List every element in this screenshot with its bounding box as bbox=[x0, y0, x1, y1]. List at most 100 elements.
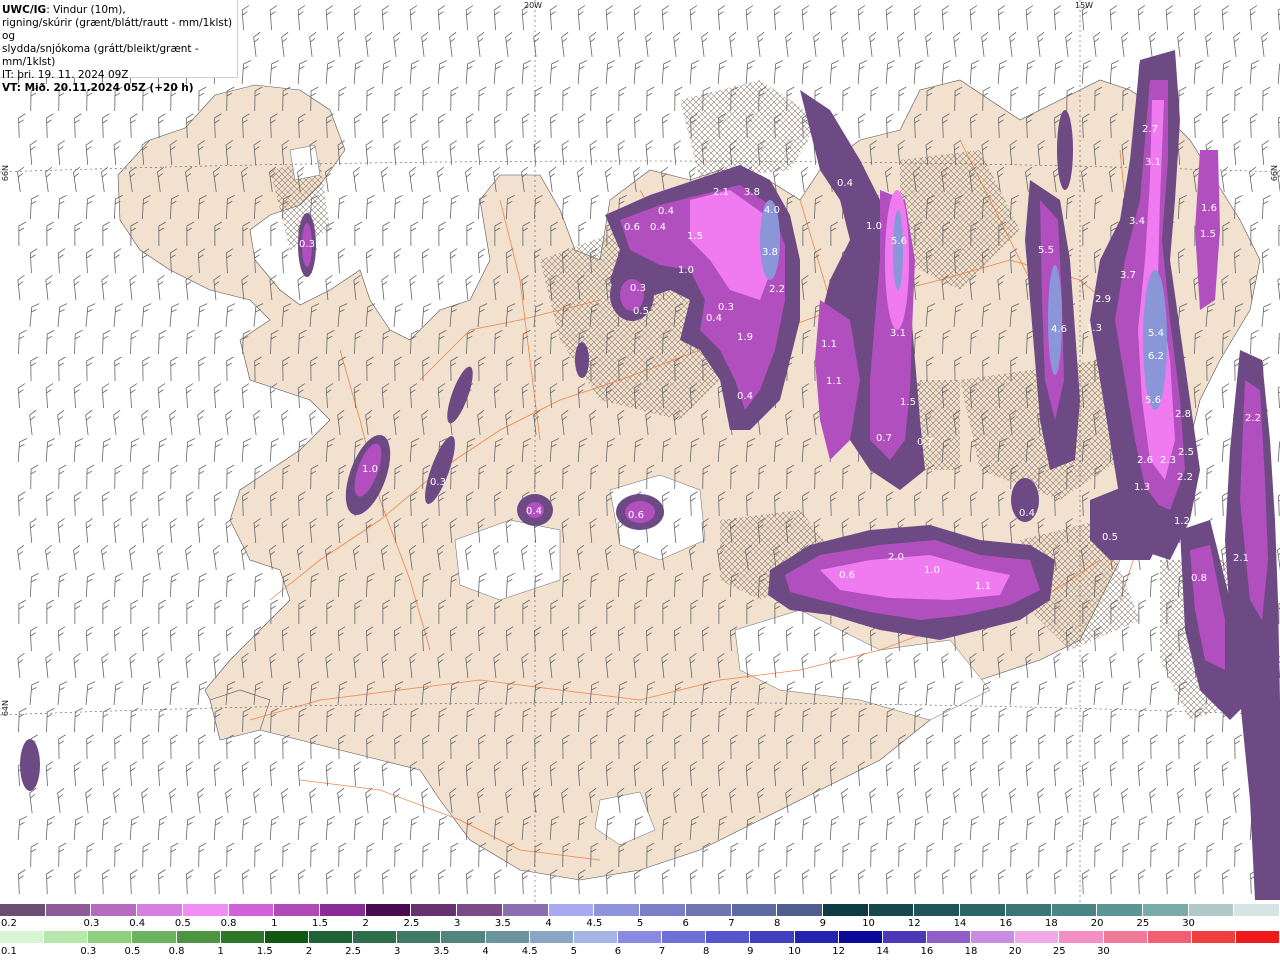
precip-label: 1.1 bbox=[826, 376, 842, 387]
precip-label: 2.3 bbox=[1160, 455, 1176, 466]
legend-tick-label: 9 bbox=[819, 918, 827, 929]
legend-tick-label: 3.5 bbox=[494, 918, 511, 929]
precip-label: 5.6 bbox=[1145, 395, 1161, 406]
legend-swatch bbox=[706, 931, 751, 943]
legend-swatch bbox=[88, 931, 133, 943]
precip-label: 0.7 bbox=[876, 433, 892, 444]
legend-tick-label: 0.2 bbox=[1, 918, 17, 929]
legend-swatch bbox=[594, 904, 641, 916]
legend-swatch bbox=[1142, 904, 1189, 916]
legend-swatch bbox=[44, 931, 89, 943]
precip-label: 0.3 bbox=[299, 239, 315, 250]
latitude-label: 66N bbox=[1, 165, 10, 182]
title-line: UWC/IG: Vindur (10m), bbox=[2, 4, 235, 17]
legend-tick-label: 18 bbox=[964, 946, 978, 957]
legend-tick-label: 2.5 bbox=[403, 918, 420, 929]
legend-tick-label: 0.8 bbox=[168, 946, 185, 957]
legend-tick-label: 0.5 bbox=[174, 918, 191, 929]
precip-label: 2.9 bbox=[1095, 294, 1111, 305]
legend-tick-label: 14 bbox=[953, 918, 967, 929]
legend-swatch bbox=[411, 904, 458, 916]
legend-tick-label: 25 bbox=[1052, 946, 1066, 957]
legend-tick-label: 25 bbox=[1136, 918, 1150, 929]
legend-swatch bbox=[750, 931, 795, 943]
legend-tick-label: 4.5 bbox=[521, 946, 538, 957]
legend-swatch bbox=[1235, 931, 1280, 943]
precip-label: 3.8 bbox=[744, 187, 760, 198]
precip-label: 0.4 bbox=[837, 178, 853, 189]
legend-swatch bbox=[777, 904, 823, 916]
legend-tick-label: 1 bbox=[271, 918, 278, 929]
legend-swatch bbox=[1015, 931, 1060, 943]
legend-swatch bbox=[308, 931, 354, 943]
precip-label: 2.7 bbox=[1142, 124, 1158, 135]
legend-tick-label: 14 bbox=[876, 946, 890, 957]
legend-tick-label: 3 bbox=[394, 946, 401, 957]
legend-tick-label: 6 bbox=[682, 918, 689, 929]
precip-label: 2.6 bbox=[1137, 455, 1153, 466]
legend-swatch bbox=[926, 931, 972, 943]
legend-swatch bbox=[0, 931, 45, 943]
legend-swatch bbox=[397, 931, 442, 943]
legend-tick-label: 8 bbox=[773, 918, 781, 929]
legend-tick-label: 12 bbox=[907, 918, 921, 929]
legend-swatch bbox=[1059, 931, 1104, 943]
precip-label: 1.0 bbox=[678, 265, 694, 276]
legend-swatch bbox=[0, 904, 46, 916]
rain-colorbar bbox=[0, 931, 1280, 945]
precip-label: 1.0 bbox=[866, 221, 882, 232]
legend-swatch bbox=[485, 931, 530, 943]
precip-label: 1.5 bbox=[687, 231, 703, 242]
legend-swatch bbox=[45, 904, 92, 916]
title-line-2: rigning/skúrir (grænt/blátt/rautt - mm/1… bbox=[2, 17, 233, 42]
weather-map-view: 0.3 1.0 0.3 0.4 0.6 0.6 0.4 1.5 1.0 0.3 … bbox=[0, 0, 1280, 960]
legend-swatch bbox=[457, 904, 503, 916]
legend-tick-label: 6 bbox=[614, 946, 622, 957]
legend-tick-label: 5 bbox=[570, 946, 577, 957]
latitude-label: 64N bbox=[1, 700, 10, 717]
legend-swatch bbox=[529, 931, 574, 943]
precip-label: 3.7 bbox=[1120, 270, 1136, 281]
precip-label: 2.2 bbox=[1177, 472, 1193, 483]
legend-tick-label: 8 bbox=[703, 946, 710, 957]
precip-label: 3.4 bbox=[1129, 216, 1145, 227]
legend-swatch bbox=[220, 931, 265, 943]
precip-label: 3.1 bbox=[890, 328, 906, 339]
legend-swatch bbox=[868, 904, 915, 916]
legend-tick-label: 2.5 bbox=[345, 946, 362, 957]
legend-tick-label: 3.5 bbox=[433, 946, 450, 957]
legend-swatch bbox=[228, 904, 275, 916]
precip-label: 2.8 bbox=[1175, 409, 1191, 420]
legend-swatch bbox=[91, 904, 138, 916]
legend-tick-label: 3 bbox=[453, 918, 461, 929]
longitude-label: 20W bbox=[524, 1, 543, 10]
precip-label: 0.5 bbox=[633, 306, 649, 317]
legend-tick-label: 30 bbox=[1182, 918, 1195, 929]
legend-tick-label: 1 bbox=[217, 946, 224, 957]
legend-swatch bbox=[1147, 931, 1192, 943]
precip-label: 2.2 bbox=[769, 284, 785, 295]
precip-label: 5.4 bbox=[1148, 328, 1164, 339]
legend-swatch bbox=[1191, 931, 1236, 943]
precip-label: 0.4 bbox=[658, 206, 674, 217]
legend-swatch bbox=[182, 904, 229, 916]
legend-tick-label: 30 bbox=[1097, 946, 1110, 957]
legend-swatch bbox=[1097, 904, 1143, 916]
legend-tick-label: 0.3 bbox=[83, 918, 100, 929]
precip-label: 4.0 bbox=[764, 205, 780, 216]
legend-swatch bbox=[794, 931, 839, 943]
map-info-box: UWC/IG: Vindur (10m), rigning/skúrir (gr… bbox=[0, 0, 238, 94]
precip-label: 0.5 bbox=[1102, 532, 1118, 543]
legend-tick-label: 20 bbox=[1090, 918, 1104, 929]
precip-label: 0.4 bbox=[650, 222, 666, 233]
legend-swatch bbox=[1188, 904, 1235, 916]
legend-swatch bbox=[548, 904, 595, 916]
precip-label: 0.3 bbox=[718, 302, 734, 313]
precip-label: 0.3 bbox=[430, 477, 446, 488]
legend-swatch bbox=[882, 931, 927, 943]
precip-label: 1.5 bbox=[900, 397, 916, 408]
legend-tick-label: 20 bbox=[1008, 946, 1022, 957]
title-rest: : Vindur (10m), bbox=[46, 4, 126, 16]
legend-tick-label: 10 bbox=[862, 918, 875, 929]
legend-swatch bbox=[640, 904, 686, 916]
